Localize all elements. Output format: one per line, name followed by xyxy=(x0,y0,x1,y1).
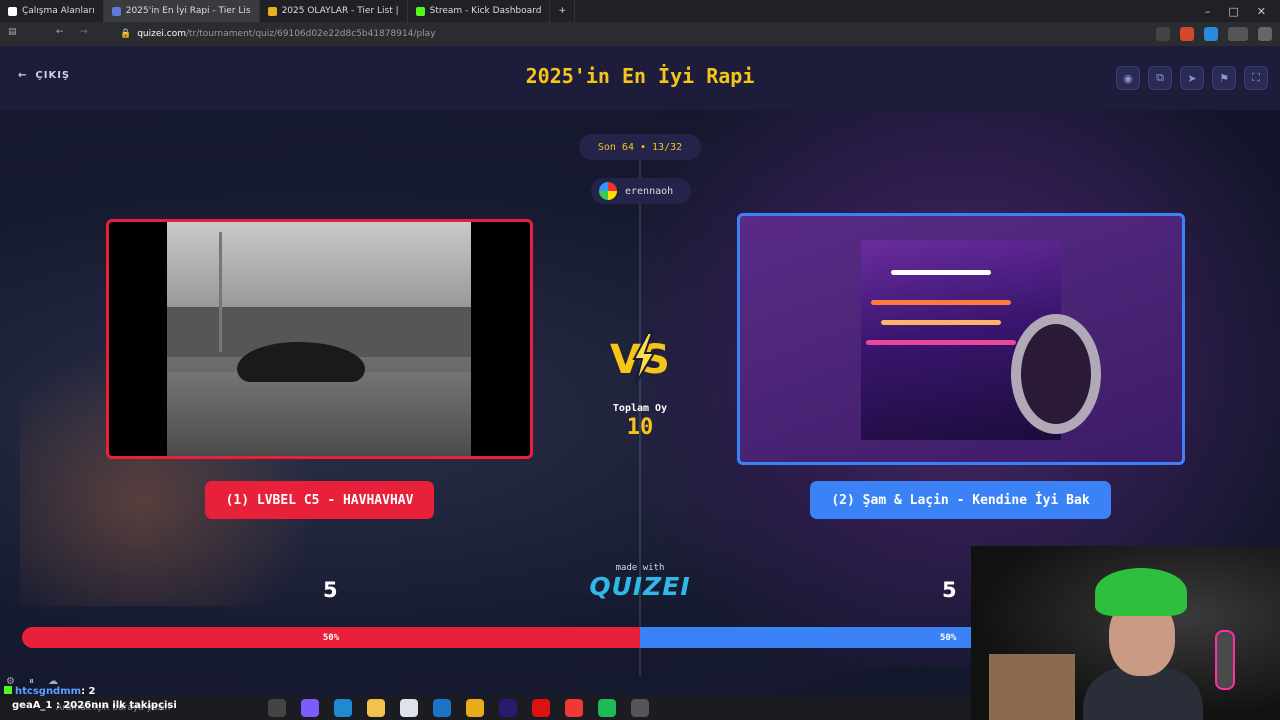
spotify-icon[interactable] xyxy=(598,699,616,717)
vpn-icon[interactable] xyxy=(1228,27,1248,41)
extension-icon[interactable] xyxy=(1180,27,1194,41)
username: erennaoh xyxy=(625,185,674,197)
maximize-icon[interactable]: □ xyxy=(1228,5,1238,18)
favicon-icon xyxy=(267,6,277,16)
url-field[interactable]: 🔒 quizei.com/tr/tournament/quiz/69106d02… xyxy=(120,22,436,46)
windows-taskbar: Aramak için buraya yazın geaA_1 : 2026nı… xyxy=(0,696,971,720)
premiere-icon[interactable] xyxy=(499,699,517,717)
webcam-overlay xyxy=(971,546,1280,720)
follower-alert: geaA_1 : 2026nın ilk takipçisi xyxy=(12,700,177,711)
back-icon[interactable]: ← xyxy=(56,27,64,37)
close-icon[interactable]: ✕ xyxy=(1257,5,1266,18)
copilot-icon[interactable] xyxy=(301,699,319,717)
kick-favicon-icon xyxy=(415,6,425,16)
obs-icon[interactable] xyxy=(631,699,649,717)
opera-icon[interactable] xyxy=(532,699,550,717)
header-actions: ◉ ⧉ ➤ ⚑ ⛶ xyxy=(1116,66,1268,90)
quizei-favicon-icon xyxy=(111,6,121,16)
url-host: quizei.com xyxy=(137,29,186,39)
tab-tier-list[interactable]: 2025'in En İyi Rapi - Tier Lis xyxy=(103,0,260,22)
taskbar-apps xyxy=(268,699,649,717)
vivaldi-icon[interactable] xyxy=(565,699,583,717)
left-option-button[interactable]: (1) LVBEL C5 - HAVHAVHAV xyxy=(205,481,434,519)
copy-icon[interactable]: ⧉ xyxy=(1148,66,1172,90)
bookmark-icon[interactable] xyxy=(1156,27,1170,41)
fullscreen-icon[interactable]: ⛶ xyxy=(1244,66,1268,90)
right-option-button[interactable]: (2) Şam & Laçin - Kendine İyi Bak xyxy=(810,481,1111,519)
avatar xyxy=(599,182,617,200)
total-votes-label: Toplam Oy xyxy=(612,403,668,414)
tab-kick-dashboard[interactable]: Stream - Kick Dashboard xyxy=(408,0,551,22)
sidebar-toggle-icon[interactable]: ▤ xyxy=(8,27,17,37)
send-icon[interactable]: ➤ xyxy=(1180,66,1204,90)
extension-icon[interactable] xyxy=(1204,27,1218,41)
tab-label: 2025'in En İyi Rapi - Tier Lis xyxy=(125,6,251,16)
window-controls: – □ ✕ xyxy=(1205,0,1280,22)
store-icon[interactable] xyxy=(400,699,418,717)
user-badge: erennaoh xyxy=(591,178,691,204)
address-bar: ▤ ← → 🔒 quizei.com/tr/tournament/quiz/69… xyxy=(0,22,1280,46)
vs-icon: VS xyxy=(610,332,670,384)
extension-icons xyxy=(1156,22,1272,46)
left-score: 5 xyxy=(323,578,338,602)
folder-icon[interactable] xyxy=(367,699,385,717)
minimize-icon[interactable]: – xyxy=(1205,5,1211,18)
app-header: ← ÇIKIŞ 2025'in En İyi Rapi ◉ ⧉ ➤ ⚑ ⛶ xyxy=(0,46,1280,110)
tab-label: 2025 OLAYLAR - Tier List | xyxy=(281,6,399,16)
workspace-menu[interactable]: Çalışma Alanları xyxy=(0,0,104,22)
forward-icon[interactable]: → xyxy=(80,27,88,37)
task-view-icon[interactable] xyxy=(268,699,286,717)
tab-label: Stream - Kick Dashboard xyxy=(429,6,542,16)
outlook-icon[interactable] xyxy=(433,699,451,717)
page-title: 2025'in En İyi Rapi xyxy=(525,64,755,88)
workspace-label: Çalışma Alanları xyxy=(22,6,95,16)
profile-icon[interactable] xyxy=(1258,27,1272,41)
flag-icon[interactable]: ⚑ xyxy=(1212,66,1236,90)
right-score: 5 xyxy=(942,578,957,602)
total-votes-value: 10 xyxy=(626,415,654,440)
edge-icon[interactable] xyxy=(334,699,352,717)
left-percent: 50% xyxy=(22,627,640,648)
lock-icon: 🔒 xyxy=(120,29,132,39)
url-path: /tr/tournament/quiz/69106d02e22d8c5b4187… xyxy=(185,29,436,39)
new-tab-button[interactable]: + xyxy=(550,0,575,22)
browser-tab-bar: Çalışma Alanları 2025'in En İyi Rapi - T… xyxy=(0,0,1280,22)
tab-olaylar[interactable]: 2025 OLAYLAR - Tier List | xyxy=(260,0,408,22)
eye-icon[interactable]: ◉ xyxy=(1116,66,1140,90)
round-badge: Son 64 • 13/32 xyxy=(579,134,701,160)
vivaldi-logo-icon xyxy=(8,6,17,16)
kick-icon xyxy=(4,686,12,694)
chrome-icon[interactable] xyxy=(466,699,484,717)
